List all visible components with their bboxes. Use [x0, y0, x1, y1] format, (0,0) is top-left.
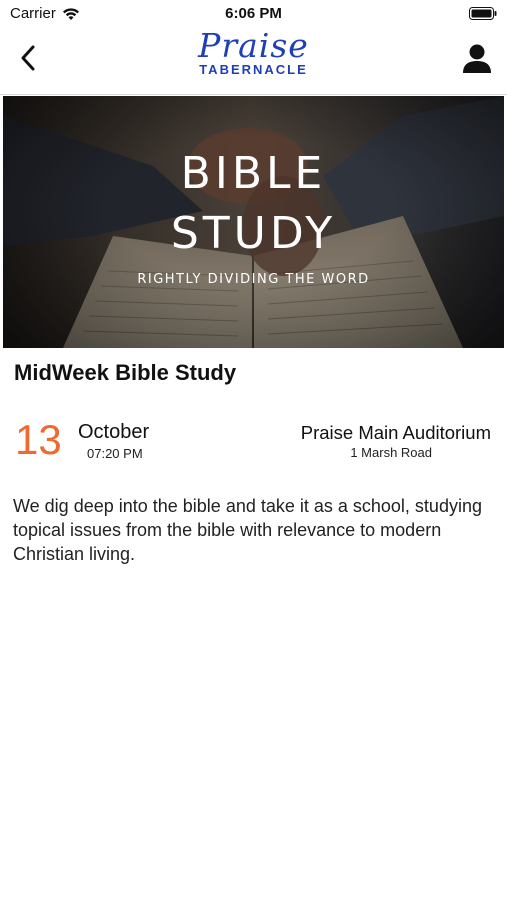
status-time: 6:06 PM [225, 5, 282, 22]
user-icon [463, 44, 491, 73]
logo-script-text: Praise [198, 26, 309, 65]
nav-bar: Praise TABERNACLE [0, 28, 507, 95]
banner-title-line1: BIBLE [180, 148, 327, 199]
event-date-day: 13 [15, 416, 62, 463]
event-venue: Praise Main Auditorium [300, 422, 491, 443]
status-bar: Carrier 6:06 PM [0, 0, 507, 28]
battery-icon [469, 7, 497, 20]
event-banner-image: BIBLE STUDY RIGHTLY DIVIDING THE WORD [3, 96, 504, 348]
app-logo: Praise TABERNACLE [0, 26, 507, 78]
profile-button[interactable] [459, 40, 495, 76]
event-date-month: October [78, 421, 150, 443]
event-title: MidWeek Bible Study [14, 360, 237, 385]
banner-subtitle: RIGHTLY DIVIDING THE WORD [137, 272, 370, 287]
event-address: 1 Marsh Road [350, 445, 432, 460]
event-description: We dig deep into the bible and take it a… [13, 496, 482, 564]
logo-sub-text: TABERNACLE [199, 62, 308, 77]
banner-title-line2: STUDY [170, 208, 337, 259]
event-time: 07:20 PM [87, 446, 143, 461]
